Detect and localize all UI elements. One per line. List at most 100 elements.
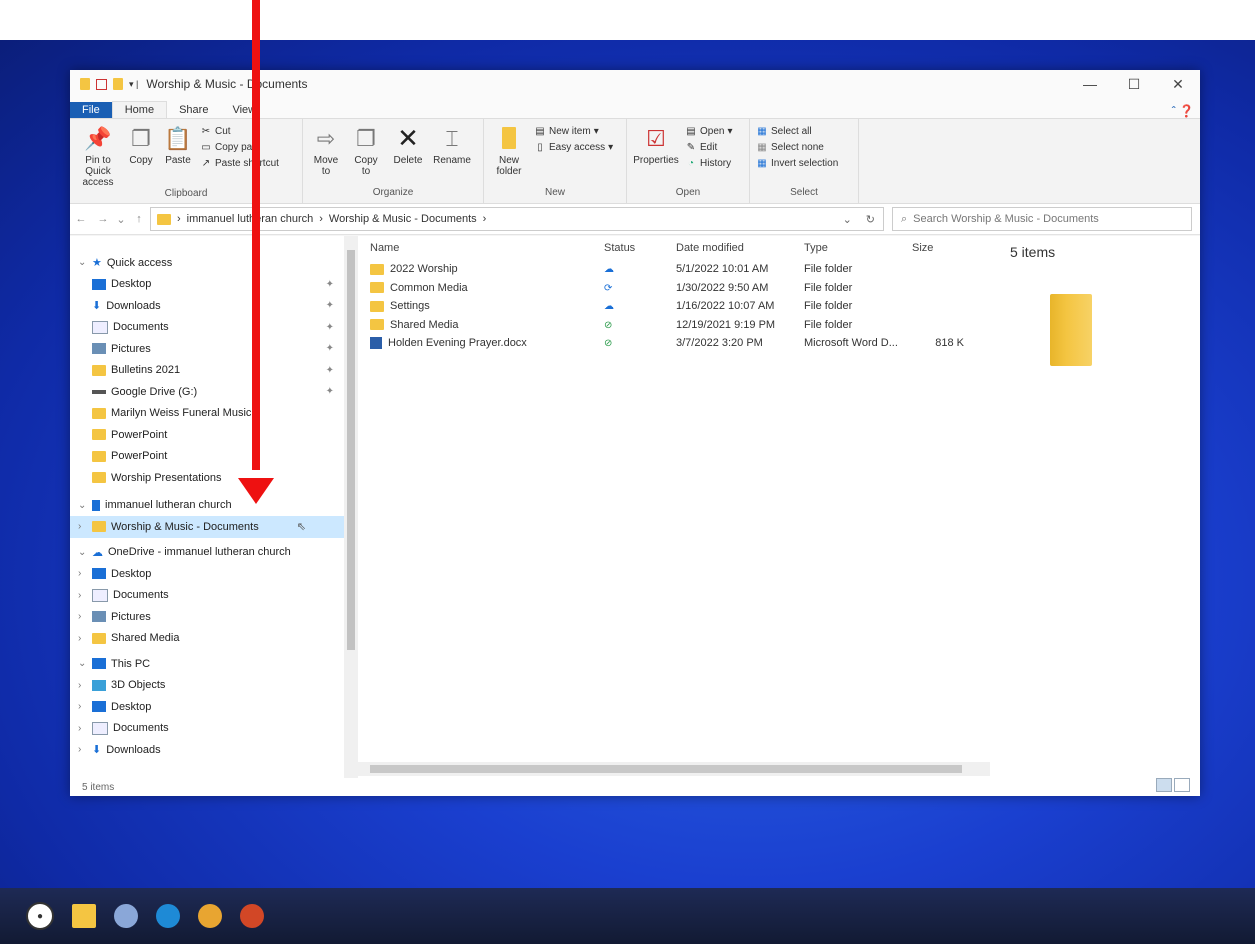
powerpoint-icon[interactable] [240, 904, 264, 928]
nav-quick-item[interactable]: Desktop ✦ [70, 274, 352, 296]
edge-icon[interactable] [156, 904, 180, 928]
copy-path-button[interactable]: ▭ Copy path [200, 141, 279, 153]
column-date-modified[interactable]: Date modified [676, 242, 804, 254]
expanded-chevron-icon[interactable]: ⌄ [78, 658, 92, 669]
collapsed-chevron-icon[interactable]: › [78, 744, 92, 755]
collapsed-chevron-icon[interactable]: › [78, 568, 92, 579]
nav-onedrive[interactable]: ⌄ ☁ OneDrive - immanuel lutheran church [70, 542, 352, 564]
easy-access-button[interactable]: ▯ Easy access ▾ [534, 141, 613, 153]
preview-pane: 5 items [1010, 236, 1200, 436]
nav-quick-item[interactable]: Documents ✦ [70, 317, 352, 339]
customize-chevron-icon[interactable]: ▾ | [129, 79, 138, 90]
nav-quick-access[interactable]: ⌄ ★ Quick access [70, 252, 352, 274]
minimize-button[interactable]: — [1068, 76, 1112, 93]
horizontal-scrollbar[interactable] [352, 762, 990, 776]
nav-pc-item[interactable]: › Desktop [70, 696, 352, 718]
collapsed-chevron-icon[interactable]: › [78, 521, 92, 532]
column-size[interactable]: Size [912, 242, 972, 254]
nav-pc-item[interactable]: › ⬇ Downloads [70, 739, 352, 761]
nav-onedrive-item[interactable]: › Shared Media [70, 628, 352, 650]
collapsed-chevron-icon[interactable]: › [78, 723, 92, 734]
select-none-button[interactable]: ▦ Select none [756, 141, 838, 153]
chrome-icon[interactable] [198, 904, 222, 928]
nav-pc-item[interactable]: › 3D Objects [70, 675, 352, 697]
nav-quick-item[interactable]: PowerPoint [70, 446, 352, 468]
forward-arrow-icon[interactable]: → [92, 213, 114, 225]
nav-pc-item[interactable]: › Documents [70, 718, 352, 740]
select-all-button[interactable]: ▦ Select all [756, 125, 838, 137]
help-icon[interactable]: ˆ ❓ [1172, 104, 1200, 118]
nav-quick-item[interactable]: Marilyn Weiss Funeral Music [70, 403, 352, 425]
recent-chevron-icon[interactable]: ⌄ [114, 213, 128, 226]
rename-icon: ⌶ [445, 125, 459, 151]
column-name[interactable]: Name [370, 242, 604, 254]
edit-button[interactable]: ✎ Edit [685, 141, 733, 153]
tab-file[interactable]: File [70, 102, 112, 118]
nav-onedrive-item[interactable]: › Desktop [70, 563, 352, 585]
cut-button[interactable]: ✂ Cut [200, 125, 279, 137]
address-dropdown-icon[interactable]: ⌄ [843, 213, 852, 226]
rename-button[interactable]: ⌶ Rename [433, 123, 471, 187]
up-arrow-icon[interactable]: ↑ [128, 213, 150, 225]
dell-logo-icon[interactable]: ● [26, 902, 54, 930]
tab-home[interactable]: Home [111, 101, 168, 118]
search-box[interactable]: ⌕ Search Worship & Music - Documents [892, 207, 1192, 231]
file-explorer-window: ▾ | Worship & Music - Documents — ☐ ✕ Fi… [70, 70, 1200, 796]
invert-selection-button[interactable]: ▦ Invert selection [756, 157, 838, 169]
nav-onedrive-item[interactable]: › Documents [70, 585, 352, 607]
nav-site-library-selected[interactable]: › Worship & Music - Documents ⇖ [70, 516, 352, 538]
collapsed-chevron-icon[interactable]: › [78, 680, 92, 691]
file-explorer-icon[interactable] [72, 904, 96, 928]
collapsed-chevron-icon[interactable]: › [78, 590, 92, 601]
copy-button[interactable]: ❐ Copy [126, 123, 156, 188]
nav-site[interactable]: ⌄ immanuel lutheran church [70, 495, 352, 517]
collapsed-chevron-icon[interactable]: › [78, 611, 92, 622]
nav-quick-item[interactable]: Pictures ✦ [70, 338, 352, 360]
new-folder-icon[interactable] [113, 78, 123, 90]
nav-quick-item[interactable]: PowerPoint [70, 424, 352, 446]
clipboard-label: Clipboard [164, 188, 208, 199]
pin-to-quick-access-button[interactable]: 📌 Pin to Quick access [76, 123, 120, 188]
collapsed-chevron-icon[interactable]: › [78, 701, 92, 712]
nav-quick-item[interactable]: Google Drive (G:) ✦ [70, 381, 352, 403]
close-button[interactable]: ✕ [1156, 76, 1200, 93]
app-icon[interactable] [114, 904, 138, 928]
nav-onedrive-item[interactable]: › Pictures [70, 606, 352, 628]
new-item-button[interactable]: ▤ New item ▾ [534, 125, 613, 137]
horizontal-scrollbar-thumb[interactable] [370, 765, 962, 773]
breadcrumb-library[interactable]: Worship & Music - Documents [329, 213, 477, 225]
nav-quick-item[interactable]: ⬇ Downloads ✦ [70, 295, 352, 317]
nav-quick-item[interactable]: Worship Presentations [70, 467, 352, 489]
details-view-icon[interactable] [1156, 778, 1172, 792]
nav-quick-item[interactable]: Bulletins 2021 ✦ [70, 360, 352, 382]
nav-this-pc[interactable]: ⌄ This PC [70, 653, 352, 675]
maximize-button[interactable]: ☐ [1112, 76, 1156, 93]
collapsed-chevron-icon[interactable]: › [78, 633, 92, 644]
paste-button[interactable]: 📋 Paste [162, 123, 194, 188]
red-arrowhead [238, 478, 274, 504]
history-button[interactable]: ◔ History [685, 157, 733, 169]
pictures-icon [92, 343, 106, 355]
new-folder-button[interactable]: New folder [490, 123, 528, 187]
expanded-chevron-icon[interactable]: ⌄ [78, 257, 92, 268]
tab-view[interactable]: View [220, 102, 268, 118]
new-label: New [544, 187, 565, 198]
properties-button[interactable]: ☑ Properties [633, 123, 679, 187]
delete-button[interactable]: ✕ Delete [389, 123, 427, 187]
open-button[interactable]: ▤ Open ▾ [685, 125, 732, 137]
folder-icon [370, 263, 384, 275]
address-bar[interactable]: › immanuel lutheran church › Worship & M… [150, 207, 884, 231]
properties-icon[interactable] [96, 78, 107, 90]
large-icons-view-icon[interactable] [1174, 778, 1190, 792]
back-arrow-icon[interactable]: ← [70, 213, 92, 225]
copy-to-button[interactable]: ❐ Copy to [349, 123, 383, 187]
refresh-icon[interactable]: ↻ [866, 213, 875, 226]
expanded-chevron-icon[interactable]: ⌄ [78, 547, 92, 558]
expanded-chevron-icon[interactable]: ⌄ [78, 500, 92, 511]
column-status[interactable]: Status [604, 242, 676, 254]
column-type[interactable]: Type [804, 242, 912, 254]
tab-share[interactable]: Share [167, 102, 220, 118]
paste-shortcut-button[interactable]: ↗ Paste shortcut [200, 157, 279, 169]
breadcrumb-site[interactable]: immanuel lutheran church [187, 213, 314, 225]
move-to-button[interactable]: ⇨ Move to [309, 123, 343, 187]
